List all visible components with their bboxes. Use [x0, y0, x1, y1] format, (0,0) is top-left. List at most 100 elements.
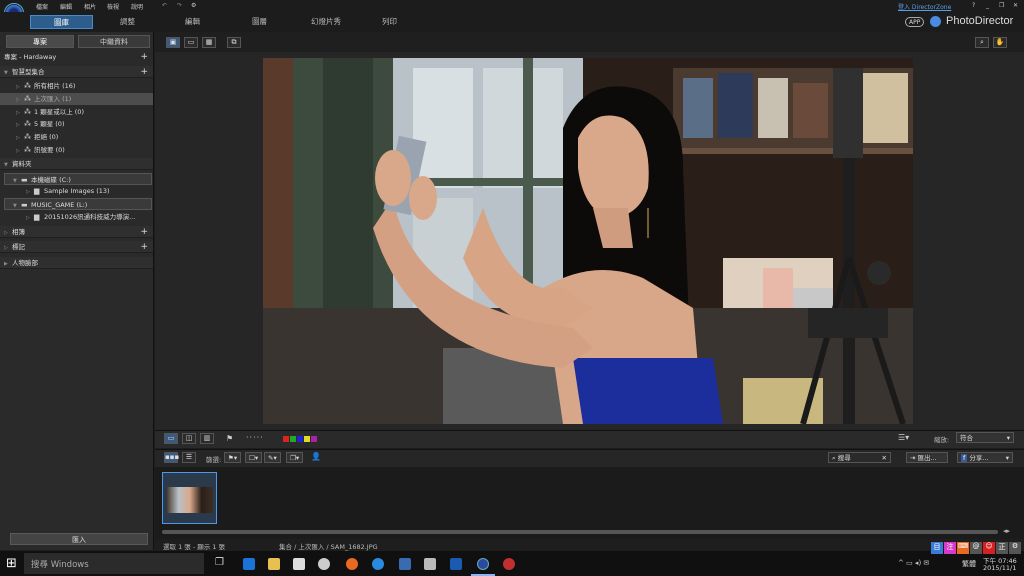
menu-photo[interactable]: 相片 — [84, 2, 96, 11]
search-input[interactable]: ⌕ 搜尋 ✕ — [828, 452, 891, 463]
tab-print[interactable]: 列印 — [362, 15, 417, 29]
app-icon-pen[interactable] — [399, 558, 411, 570]
add-tag-icon[interactable]: + — [140, 241, 148, 252]
color-label-yellow[interactable] — [304, 436, 310, 442]
list-view-button[interactable]: ☰ — [182, 452, 196, 463]
share-button[interactable]: f 分享... ▾ — [957, 452, 1013, 463]
albums-header[interactable]: ▷ 相簿 + — [0, 226, 153, 238]
tab-adjust[interactable]: 調整 — [100, 15, 155, 29]
add-project-icon[interactable]: + — [140, 51, 148, 63]
app-icon-media[interactable] — [450, 558, 462, 570]
smart-item-rejected[interactable]: ▷ ⁂ 拒絕 (0) — [0, 131, 153, 143]
redo-icon[interactable]: ↷ — [177, 2, 182, 9]
tab-slideshow[interactable]: 幻燈片秀 — [296, 15, 356, 29]
color-label-red[interactable] — [283, 436, 289, 442]
scroll-arrows-icon[interactable]: ◂▸ — [1003, 527, 1010, 535]
filter-label-dropdown[interactable]: ☐▾ — [245, 452, 263, 463]
restore-icon[interactable]: ❐ — [999, 2, 1004, 9]
menu-help[interactable]: 說明 — [131, 2, 143, 11]
expand-icon[interactable]: ▼ — [4, 67, 12, 77]
grid-view-button[interactable]: ▦ — [202, 37, 216, 48]
menu-edit[interactable]: 編輯 — [60, 2, 72, 11]
store-icon[interactable] — [293, 558, 305, 570]
faces-header[interactable]: ▶ 人物臉部 — [0, 257, 153, 269]
ime-zhuyin-icon[interactable]: 注 — [944, 542, 956, 554]
login-link[interactable]: 登入 DirectorZone — [898, 2, 951, 11]
ime-settings-icon[interactable]: ⚙ — [1009, 542, 1021, 554]
compare-button[interactable]: ⧉ — [227, 37, 241, 48]
add-smart-collection-icon[interactable]: + — [140, 66, 148, 77]
smart-collections-header[interactable]: ▼ 智慧型集合 + — [0, 66, 153, 78]
import-button[interactable]: 匯入 — [10, 533, 148, 545]
viewer-split-button[interactable]: ▭ — [184, 37, 198, 48]
smart-item-flagged[interactable]: ▷ ⁂ 訊號要 (0) — [0, 144, 153, 156]
folders-header[interactable]: ▼ 資料夾 — [0, 158, 153, 170]
flag-icon[interactable]: ⚑ — [226, 434, 233, 443]
menu-file[interactable]: 檔案 — [36, 2, 48, 11]
sort-menu-icon[interactable]: ☰▾ — [898, 433, 909, 442]
thumbnail-view-button[interactable]: ▪▪▪ — [164, 452, 179, 463]
single-view-button[interactable]: ▭ — [164, 433, 178, 444]
windows-start-icon[interactable]: ⊞ — [6, 556, 17, 571]
compare-three-button[interactable]: ▥ — [200, 433, 214, 444]
smart-item-1-star[interactable]: ▷ ⁂ 1 顆星或以上 (0) — [0, 106, 153, 118]
ime-punct-icon[interactable]: ☺ — [983, 542, 995, 554]
folder-event[interactable]: ▷ ▆ 20151026訊通科技威力導演... — [0, 211, 153, 223]
ime-mode-icon[interactable]: 目 — [931, 542, 943, 554]
taskbar-search-box[interactable]: 搜尋 Windows — [24, 553, 204, 574]
close-icon[interactable]: ✕ — [1013, 2, 1018, 9]
app-badge[interactable]: APP — [905, 17, 925, 27]
menu-view[interactable]: 檢視 — [107, 2, 119, 11]
add-person-icon[interactable]: 👤 — [311, 452, 321, 461]
smart-item-5-star[interactable]: ▷ ⁂ 5 顆星 (0) — [0, 118, 153, 130]
ime-keyboard-icon[interactable]: ⌨ — [957, 542, 969, 554]
add-album-icon[interactable]: + — [140, 226, 148, 237]
help-button[interactable]: ? — [972, 2, 975, 9]
filter-edit-dropdown[interactable]: ✎▾ — [264, 452, 281, 463]
color-label-purple[interactable] — [311, 436, 317, 442]
ime-indicator[interactable]: 繁體 — [962, 559, 976, 569]
photodirector-taskbar-icon[interactable] — [477, 558, 489, 570]
viewer-mode-button[interactable]: ▣ — [166, 37, 180, 48]
tags-header[interactable]: ▷ 標記 + — [0, 241, 153, 253]
hand-tool-icon[interactable]: ✋ — [993, 37, 1007, 48]
app-icon-red[interactable] — [503, 558, 515, 570]
zoom-select[interactable]: 符合 ▾ — [956, 432, 1014, 443]
compare-two-button[interactable]: ◫ — [182, 433, 196, 444]
export-button[interactable]: ⇥ 匯出... — [906, 452, 948, 463]
firefox-icon[interactable] — [346, 558, 358, 570]
tab-layers[interactable]: 圖層 — [232, 15, 287, 29]
system-tray-icons[interactable]: ^ ▭ ◂) ✉ — [898, 559, 929, 567]
tab-edit[interactable]: 編輯 — [165, 15, 220, 29]
app-icon-cube[interactable] — [318, 558, 330, 570]
tab-project[interactable]: 專案 — [6, 35, 74, 48]
ime-symbol-icon[interactable]: @ — [970, 542, 982, 554]
task-view-icon[interactable]: ❐ — [215, 557, 224, 568]
drive-l[interactable]: ▼ ▬ MUSIC_GAME (L:) — [4, 198, 152, 210]
minimize-icon[interactable]: _ — [986, 2, 989, 9]
color-label-green[interactable] — [290, 436, 296, 442]
ie-icon[interactable] — [372, 558, 384, 570]
app-icon-printer[interactable] — [424, 558, 436, 570]
zoom-tool-icon[interactable]: ⌕ — [975, 37, 989, 48]
edge-icon[interactable] — [243, 558, 255, 570]
undo-icon[interactable]: ↶ — [162, 2, 167, 9]
rating-stars[interactable]: ····· — [246, 433, 264, 442]
tab-metadata[interactable]: 中繼資料 — [78, 35, 150, 48]
tab-library[interactable]: 圖庫 — [30, 15, 93, 29]
settings-gear-icon[interactable]: ⚙ — [191, 2, 196, 9]
filmstrip-scrollbar[interactable] — [162, 530, 998, 534]
expand-icon[interactable]: ▼ — [4, 159, 12, 169]
clock-date[interactable]: 2015/11/1 — [983, 564, 1016, 572]
color-label-blue[interactable] — [297, 436, 303, 442]
filter-flag-dropdown[interactable]: ⚑▾ — [224, 452, 242, 463]
thumbnail-SAM_1682[interactable] — [162, 472, 217, 524]
drive-c[interactable]: ▼ ▬ 本機磁碟 (C:) — [4, 173, 152, 185]
ime-fullwidth-icon[interactable]: 正 — [996, 542, 1008, 554]
folder-sample-images[interactable]: ▷ ▆ Sample Images (13) — [0, 185, 153, 197]
smart-item-last-import[interactable]: ▷ ⁂ 上次匯入 (1) — [0, 93, 153, 105]
file-explorer-icon[interactable] — [268, 558, 280, 570]
smart-item-all-photos[interactable]: ▷ ⁂ 所有相片 (16) — [0, 80, 153, 92]
stack-dropdown[interactable]: ❐▾ — [286, 452, 304, 463]
clear-search-icon[interactable]: ✕ — [882, 453, 887, 463]
